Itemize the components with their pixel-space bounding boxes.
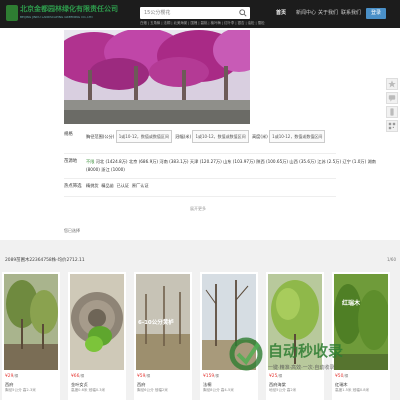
qrcode-button[interactable] xyxy=(386,120,398,132)
nav-news[interactable]: 新闻中心 xyxy=(296,9,316,16)
image-caption: 红瑞木 xyxy=(342,300,361,307)
result-summary: 2089苗圃木22364758株-均价2712.11 xyxy=(5,258,85,263)
hot-option[interactable]: 精挑货 xyxy=(86,183,99,188)
origin-option[interactable]: 辽宁 (1.0万) xyxy=(342,159,366,164)
origin-option[interactable]: 河南 (383.1万) xyxy=(159,159,188,164)
floating-toolbar xyxy=(386,78,400,134)
product-spec: 高度1.5米 冠幅0.8米 xyxy=(335,388,370,392)
origin-filter-row: 不限 河北 (1424.8万) 北京 (686.9万) 河南 (383.1万) … xyxy=(86,158,386,174)
pager[interactable]: 1/60 xyxy=(387,257,396,262)
product-spec: 高度0.6米 冠幅0.3米 xyxy=(71,388,106,392)
product-price: ¥29/棵 xyxy=(5,374,18,379)
watermark-logo: 自动秒收录 一键·精准·高效·一次·自动收录 xyxy=(228,336,384,380)
price-unit: /棵 xyxy=(145,374,151,378)
price-value: ¥159 xyxy=(203,374,215,379)
image-caption: 6-10公分黄栌 xyxy=(138,320,174,326)
price-unit: /棵 xyxy=(13,374,19,378)
hot-option[interactable]: 已认证 xyxy=(117,183,130,188)
hot-search-keywords[interactable]: 白蜡 | 五角枫 | 法桐 | 北美海棠 | 国槐 | 碧桃 | 榆叶梅 | 红… xyxy=(140,20,280,25)
star-icon xyxy=(388,80,396,88)
crown-range-input[interactable]: 1或10-12，数值或数值区间 xyxy=(192,130,249,143)
product-price: ¥159/棵 xyxy=(203,374,219,379)
origin-option[interactable]: 陕西 (100.65万) xyxy=(256,159,288,164)
dbh-range-input[interactable]: 1或10-12，数值或数值区间 xyxy=(115,130,172,143)
product-image xyxy=(70,274,124,370)
product-card[interactable]: ¥29/棵 西府 胸径5公分 高2-3米 xyxy=(2,272,60,400)
product-spec: 胸径6公分 冠幅2米 xyxy=(137,388,168,392)
product-spec: 地径5公分 高2米 xyxy=(269,388,297,392)
search-input[interactable]: 15公分樱花 xyxy=(140,7,250,19)
qrcode-icon xyxy=(388,122,396,130)
banner-image xyxy=(64,30,250,124)
hot-filter-label: 热点筛选 xyxy=(64,184,82,189)
hot-option[interactable]: 原厂认证 xyxy=(132,183,149,188)
logo[interactable]: 北京金都园林绿化有限责任公司 BEIJING JINDU LANDSCAPING… xyxy=(6,4,118,24)
phone-icon xyxy=(390,108,394,116)
expand-more-link[interactable]: 展开更多 xyxy=(190,206,206,212)
origin-option[interactable]: 北京 (686.9万) xyxy=(129,159,158,164)
hot-option[interactable]: 精品苗 xyxy=(101,183,114,188)
search-value: 15公分樱花 xyxy=(144,10,171,16)
product-image: 6-10公分黄栌 xyxy=(136,274,190,370)
product-card[interactable]: ¥66/棵 金叶女贞 高度0.6米 冠幅0.3米 xyxy=(68,272,126,400)
origin-option[interactable]: 浙江 (1000) xyxy=(101,167,125,172)
logo-mark-icon xyxy=(6,5,18,21)
price-unit: /棵 xyxy=(214,374,219,378)
top-header: 北京金都园林绿化有限责任公司 BEIJING JINDU LANDSCAPING… xyxy=(0,0,400,28)
origin-option[interactable]: 天津 (120.27万) xyxy=(190,159,222,164)
watermark-subtitle: 一键·精准·高效·一次·自动收录 xyxy=(268,365,335,371)
origin-option[interactable]: 山东 (103.97万) xyxy=(223,159,255,164)
height-label: 高度(米) xyxy=(251,134,268,139)
logo-text: 北京金都园林绿化有限责任公司 xyxy=(20,5,118,13)
watermark-title: 自动秒收录 xyxy=(268,342,344,360)
favorite-button[interactable] xyxy=(386,78,398,90)
divider xyxy=(64,178,336,179)
origin-label: 苗源地 xyxy=(64,159,78,164)
product-image xyxy=(4,274,58,370)
nav-contact[interactable]: 联系我们 xyxy=(341,9,361,16)
product-spec: 胸径5公分 高2-3米 xyxy=(5,388,36,392)
search-icon[interactable] xyxy=(239,9,247,17)
crown-label: 冠幅(米) xyxy=(175,134,192,139)
phone-button[interactable] xyxy=(386,106,398,118)
divider xyxy=(64,153,336,154)
selected-filters-label: 您已选择 xyxy=(64,228,80,233)
hot-filter-row: 精挑货 精品苗 已认证 原厂认证 xyxy=(86,183,149,189)
login-button[interactable]: 登录 xyxy=(366,8,386,19)
origin-option[interactable]: 河北 (1424.8万) xyxy=(96,159,128,164)
spec-label: 规格 xyxy=(64,132,73,137)
logo-subtext: BEIJING JINDU LANDSCAPING GREENING CO.,L… xyxy=(20,15,93,19)
product-price: ¥59/棵 xyxy=(137,374,150,379)
height-range-input[interactable]: 1或10-12，数值或数值区间 xyxy=(269,130,326,143)
price-unit: /棵 xyxy=(79,374,85,378)
origin-all-option[interactable]: 不限 xyxy=(86,159,94,164)
divider xyxy=(64,196,336,197)
product-spec: 胸径8公分 高4-5米 xyxy=(203,388,234,392)
product-card[interactable]: 6-10公分黄栌 ¥59/棵 西府 胸径6公分 冠幅2米 xyxy=(134,272,192,400)
origin-option[interactable]: 山西 (35.6万) xyxy=(289,159,316,164)
product-price: ¥66/棵 xyxy=(71,374,84,379)
spec-filter-row: 胸径范围(公分) 1或10-12，数值或数值区间 冠幅(米) 1或10-12，数… xyxy=(86,130,336,143)
chat-icon xyxy=(388,95,396,102)
nav-about[interactable]: 关于我们 xyxy=(318,9,338,16)
origin-option[interactable]: 江苏 (2.5万) xyxy=(317,159,341,164)
dbh-label: 胸径范围(公分) xyxy=(86,134,115,139)
chat-button[interactable] xyxy=(386,92,398,104)
nav-home[interactable]: 首页 xyxy=(276,9,286,16)
